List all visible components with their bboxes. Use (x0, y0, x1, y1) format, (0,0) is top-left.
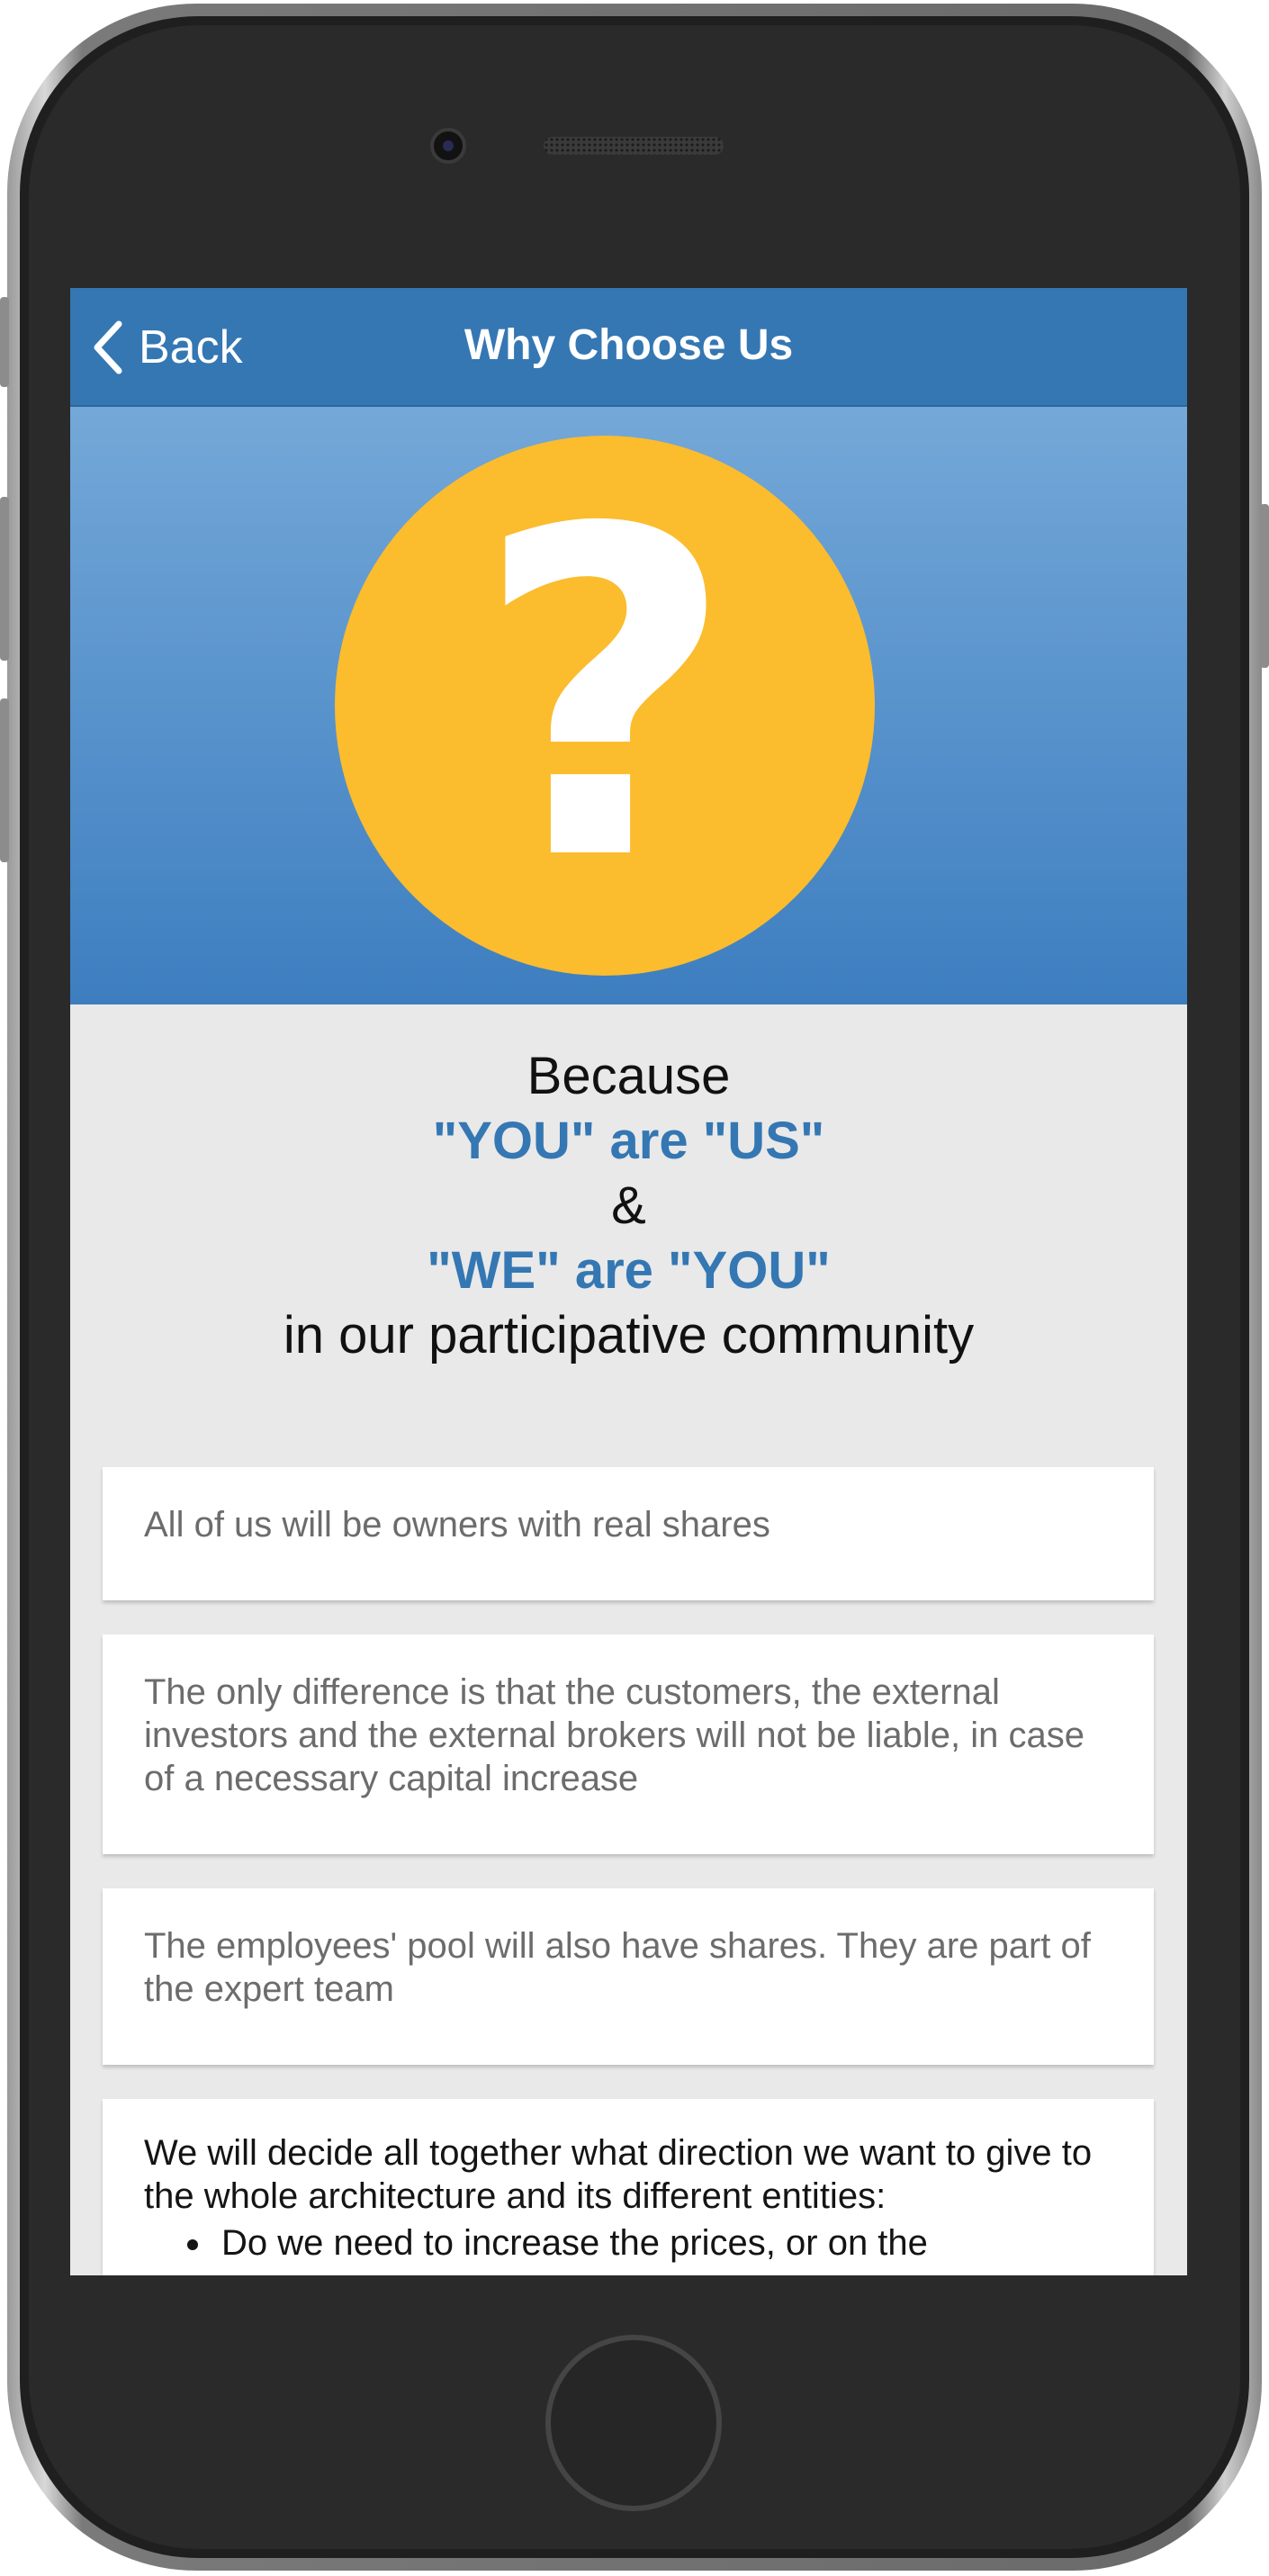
card-text: The employees' pool will also have share… (144, 1926, 1091, 2009)
earpiece-speaker (544, 137, 724, 155)
list-item: Do we need to increase the prices, or on… (214, 2221, 1112, 2265)
home-button[interactable] (545, 2335, 722, 2511)
page-title: Why Choose Us (464, 321, 794, 369)
navigation-bar: Back Why Choose Us (70, 288, 1187, 407)
motto-block: Because "YOU" are "US" & "WE" are "YOU" … (70, 1044, 1187, 1368)
decision-bullets: Do we need to increase the prices, or on… (214, 2221, 1112, 2265)
motto-line-because: Because (526, 1047, 731, 1105)
hero-banner: ? (70, 407, 1187, 1004)
front-camera (430, 128, 466, 164)
motto-line-community: in our participative community (283, 1306, 975, 1365)
card-text: All of us will be owners with real share… (144, 1505, 770, 1545)
app-screen: Back Why Choose Us ? Because "YOU" are "… (70, 288, 1187, 2275)
mute-switch (0, 297, 9, 387)
info-card-decisions: We will decide all together what directi… (103, 2099, 1154, 2275)
question-mark-icon: ? (335, 436, 875, 976)
motto-line-ampersand: & (611, 1176, 646, 1235)
card-text: We will decide all together what directi… (144, 2133, 1093, 2216)
volume-up-button (0, 497, 9, 661)
motto-line-you-are-us: "YOU" are "US" (432, 1112, 825, 1170)
info-card-employees: The employees' pool will also have share… (103, 1888, 1154, 2065)
info-card-liability: The only difference is that the customer… (103, 1635, 1154, 1854)
card-text: The only difference is that the customer… (144, 1672, 1084, 1798)
question-mark-glyph: ? (473, 435, 736, 959)
info-card-owners: All of us will be owners with real share… (103, 1467, 1154, 1600)
volume-down-button (0, 698, 9, 862)
power-button (1260, 504, 1269, 668)
motto-line-we-are-you: "WE" are "YOU" (427, 1241, 831, 1300)
